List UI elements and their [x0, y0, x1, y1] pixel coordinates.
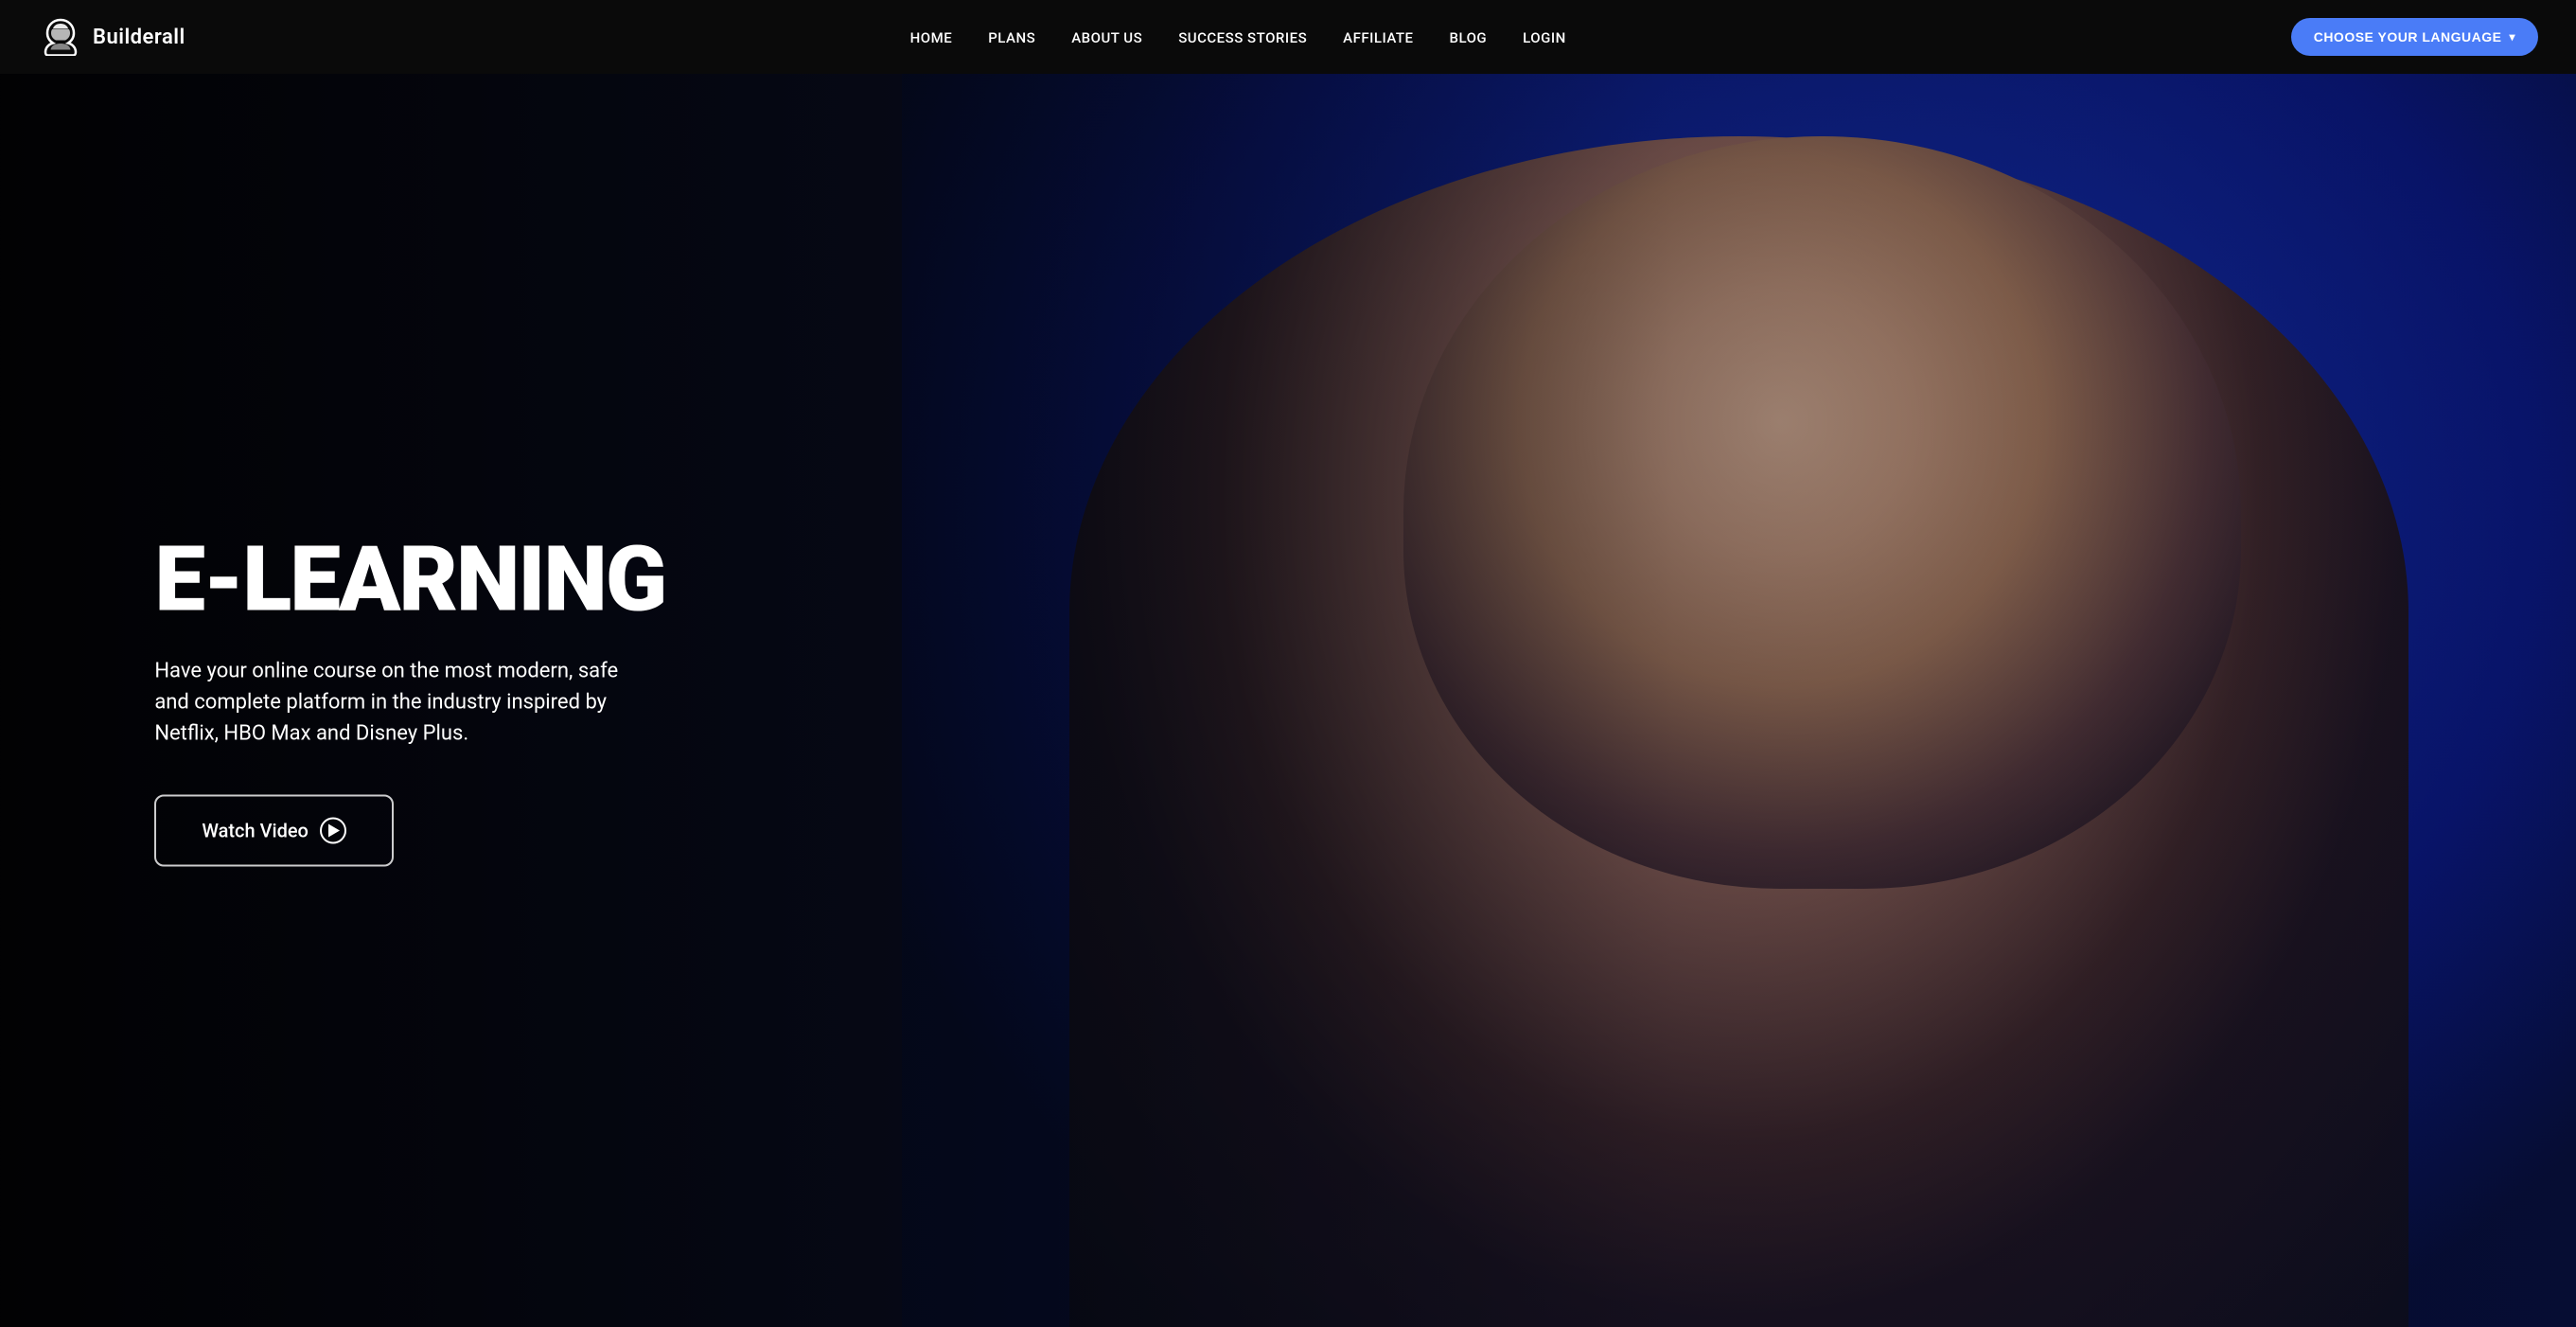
- nav-plans[interactable]: PLANS: [988, 29, 1035, 46]
- language-button[interactable]: CHOOSE YOUR LANGUAGE ▾: [2291, 18, 2538, 56]
- nav-affiliate[interactable]: AFFILIATE: [1343, 29, 1413, 46]
- hero-section: E-LEARNING Have your online course on th…: [0, 74, 2576, 1327]
- play-icon: [320, 818, 346, 844]
- nav-links: HOME PLANS ABOUT US SUCCESS STORIES AFFI…: [910, 28, 1566, 46]
- hero-content: E-LEARNING Have your online course on th…: [154, 535, 665, 867]
- watch-video-label: Watch Video: [202, 820, 309, 842]
- brand-logo-icon: [38, 18, 83, 56]
- nav-blog[interactable]: BLOG: [1450, 29, 1488, 46]
- watch-video-button[interactable]: Watch Video: [154, 795, 394, 867]
- hero-title: E-LEARNING: [154, 535, 665, 626]
- nav-login[interactable]: LOGIN: [1523, 29, 1566, 46]
- brand-logo-link[interactable]: Builderall: [38, 18, 185, 56]
- nav-about-us[interactable]: ABOUT US: [1071, 29, 1142, 46]
- nav-home[interactable]: HOME: [910, 29, 953, 46]
- hero-subtitle: Have your online course on the most mode…: [154, 656, 646, 750]
- brand-name: Builderall: [93, 26, 185, 49]
- play-triangle: [328, 824, 340, 838]
- chevron-down-icon: ▾: [2509, 30, 2515, 44]
- nav-success-stories[interactable]: SUCCESS STORIES: [1178, 29, 1307, 46]
- navbar: Builderall HOME PLANS ABOUT US SUCCESS S…: [0, 0, 2576, 74]
